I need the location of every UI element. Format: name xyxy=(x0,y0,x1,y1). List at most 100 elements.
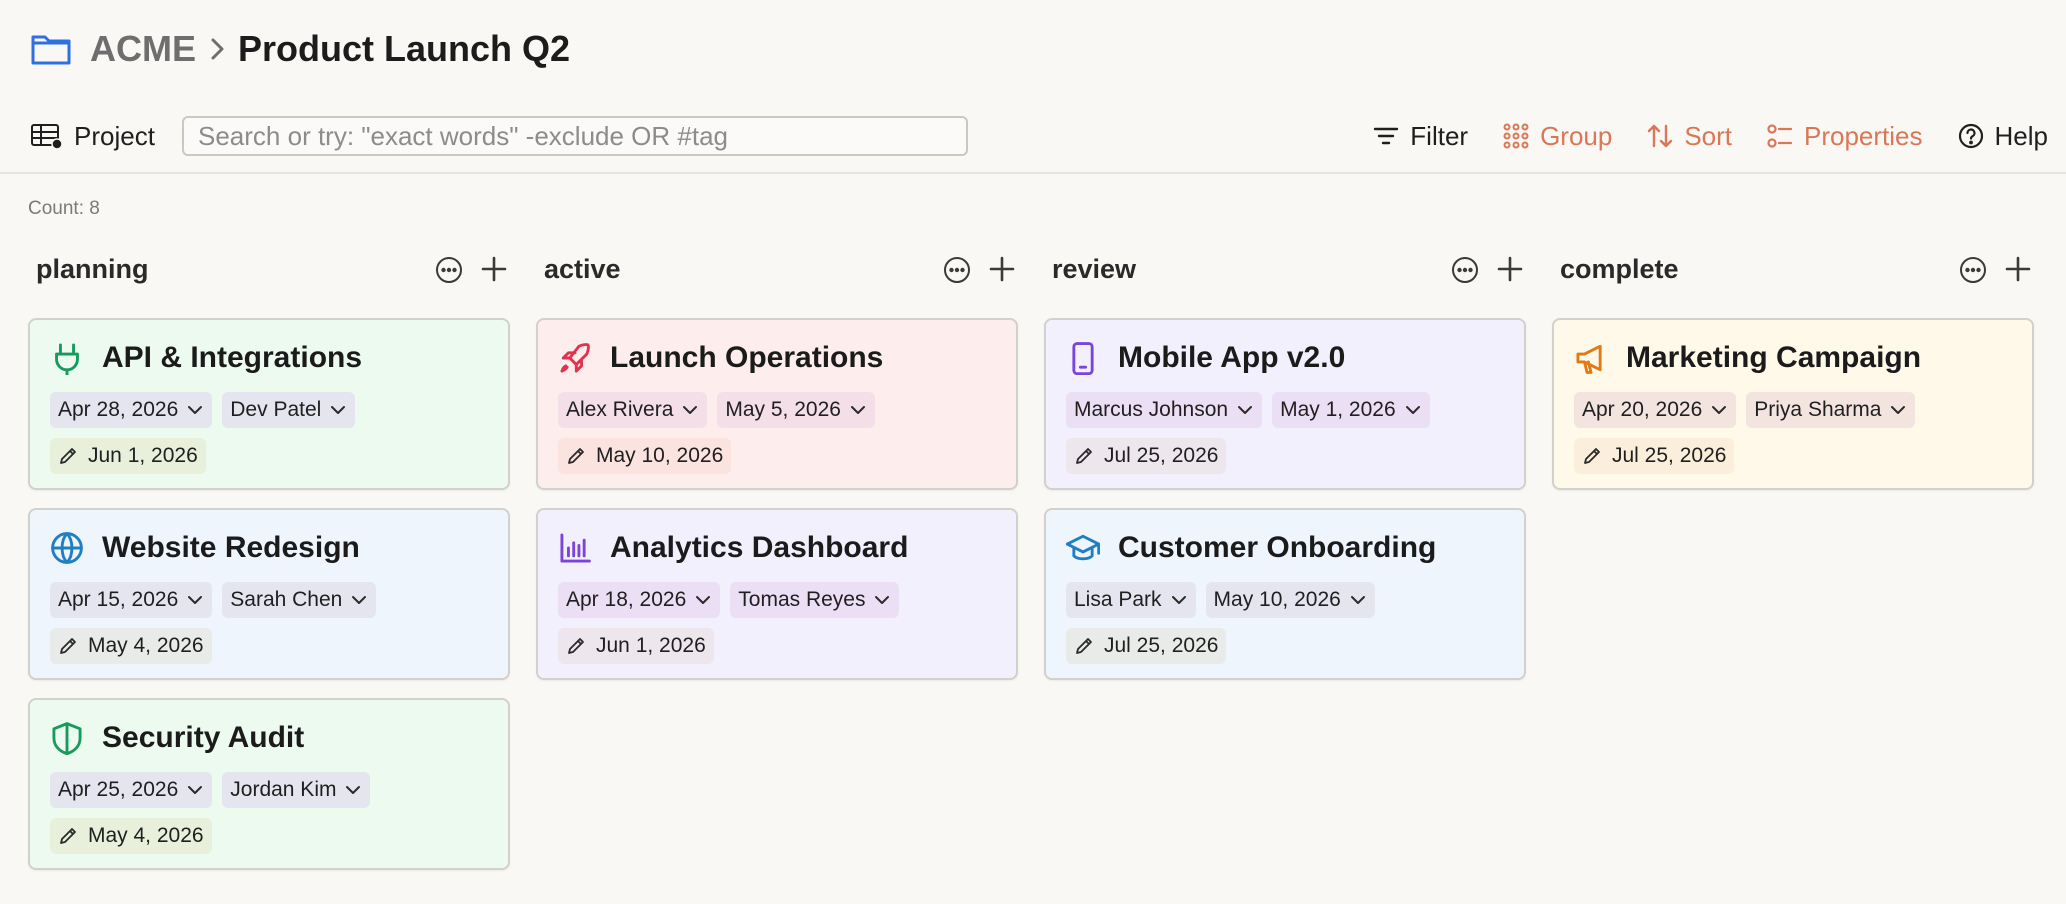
card-properties: Alex Rivera May 5, 2026 xyxy=(558,392,996,428)
property-chip[interactable]: Lisa Park xyxy=(1066,582,1196,618)
chevron-down-icon xyxy=(1238,406,1253,414)
kanban-board: planning API & Integrations Apr 28, 2026 De… xyxy=(28,248,2060,888)
add-card-icon[interactable] xyxy=(2002,253,2034,285)
updated-date: Jul 25, 2026 xyxy=(1574,438,1735,474)
property-chip[interactable]: Alex Rivera xyxy=(558,392,708,428)
group-button[interactable]: Group xyxy=(1502,121,1612,152)
chip-label: Apr 15, 2026 xyxy=(58,588,179,611)
pencil-icon xyxy=(568,448,584,464)
property-chip[interactable]: Sarah Chen xyxy=(222,582,377,618)
chevron-down-icon xyxy=(331,406,346,414)
help-circle-icon xyxy=(1958,123,1983,149)
add-card-icon[interactable] xyxy=(478,253,510,285)
chip-label: Lisa Park xyxy=(1074,588,1162,611)
property-chip[interactable]: Marcus Johnson xyxy=(1066,392,1263,428)
filter-icon xyxy=(1374,127,1399,145)
chip-label: May 5, 2026 xyxy=(725,398,841,421)
updated-date: Jun 1, 2026 xyxy=(50,438,206,474)
more-options-icon[interactable] xyxy=(1450,255,1480,285)
property-chip[interactable]: Apr 25, 2026 xyxy=(50,772,213,808)
project-card[interactable]: Analytics Dashboard Apr 18, 2026 Tomas Rey… xyxy=(536,508,1018,680)
chip-label: Marcus Johnson xyxy=(1074,398,1229,421)
column-planning: planning API & Integrations Apr 28, 2026 De… xyxy=(28,248,510,888)
view-switch-button[interactable]: Project xyxy=(30,114,155,158)
card-properties: Lisa Park May 10, 2026 xyxy=(1066,582,1504,618)
card-title: Security Audit xyxy=(102,721,305,754)
card-title: Mobile App v2.0 xyxy=(1118,341,1346,374)
updated-date: Jun 1, 2026 xyxy=(558,628,714,664)
updated-date: Jul 25, 2026 xyxy=(1066,628,1227,664)
card-title: Analytics Dashboard xyxy=(610,531,909,564)
card-properties: Apr 15, 2026 Sarah Chen xyxy=(50,582,488,618)
pencil-icon xyxy=(60,638,76,654)
property-chip[interactable]: Tomas Reyes xyxy=(730,582,900,618)
project-card[interactable]: Website Redesign Apr 15, 2026 Sarah Chen Ma… xyxy=(28,508,510,680)
properties-label: Properties xyxy=(1804,120,1923,151)
column-title: complete xyxy=(1560,253,1679,284)
table-view-icon xyxy=(31,124,63,150)
view-label: Project xyxy=(74,120,155,151)
updated-date-label: May 4, 2026 xyxy=(88,824,204,847)
project-card[interactable]: Marketing Campaign Apr 20, 2026 Priya Shar… xyxy=(1552,318,2034,490)
updated-date: May 10, 2026 xyxy=(558,438,732,474)
search-input[interactable] xyxy=(182,116,968,156)
toolbar-divider xyxy=(0,172,2066,174)
count-label: Count: 8 xyxy=(28,198,100,219)
chip-label: Apr 25, 2026 xyxy=(58,778,179,801)
chevron-down-icon xyxy=(188,406,203,414)
chevron-down-icon xyxy=(1712,406,1727,414)
help-label: Help xyxy=(1994,120,2048,151)
project-card[interactable]: Launch Operations Alex Rivera May 5, 2026 M… xyxy=(536,318,1018,490)
property-chip[interactable]: Jordan Kim xyxy=(222,772,371,808)
sort-label: Sort xyxy=(1684,120,1733,151)
property-chip[interactable]: Apr 28, 2026 xyxy=(50,392,213,428)
property-chip[interactable]: May 1, 2026 xyxy=(1272,392,1430,428)
property-chip[interactable]: Dev Patel xyxy=(222,392,356,428)
column-header: review xyxy=(1044,248,1526,290)
column-header: complete xyxy=(1552,248,2034,290)
property-chip[interactable]: Apr 18, 2026 xyxy=(558,582,721,618)
chip-label: May 10, 2026 xyxy=(1213,588,1341,611)
more-options-icon[interactable] xyxy=(942,255,972,285)
card-header: API & Integrations xyxy=(50,338,488,378)
card-header: Launch Operations xyxy=(558,338,996,378)
updated-date: May 4, 2026 xyxy=(50,628,212,664)
property-chip[interactable]: May 10, 2026 xyxy=(1205,582,1375,618)
card-properties: Apr 25, 2026 Jordan Kim xyxy=(50,772,488,808)
plug-icon xyxy=(55,343,79,375)
project-card[interactable]: Customer Onboarding Lisa Park May 10, 2026… xyxy=(1044,508,1526,680)
project-card[interactable]: API & Integrations Apr 28, 2026 Dev Patel J… xyxy=(28,318,510,490)
card-properties: Apr 28, 2026 Dev Patel xyxy=(50,392,488,428)
project-card[interactable]: Security Audit Apr 25, 2026 Jordan Kim May … xyxy=(28,698,510,870)
grid-dots-icon xyxy=(1503,123,1529,149)
add-card-icon[interactable] xyxy=(1494,253,1526,285)
breadcrumb-root[interactable]: ACME xyxy=(90,28,196,70)
property-chip[interactable]: Apr 20, 2026 xyxy=(1574,392,1737,428)
card-title: Launch Operations xyxy=(610,341,884,374)
column-header: planning xyxy=(28,248,510,290)
updated-date: Jul 25, 2026 xyxy=(1066,438,1227,474)
filter-button[interactable]: Filter xyxy=(1372,121,1468,152)
pencil-icon xyxy=(568,638,584,654)
add-card-icon[interactable] xyxy=(986,253,1018,285)
shield-icon xyxy=(52,722,82,755)
updated-date-label: Jul 25, 2026 xyxy=(1612,444,1727,467)
more-options-icon[interactable] xyxy=(1958,255,1988,285)
chevron-down-icon xyxy=(1171,596,1186,604)
property-chip[interactable]: Apr 15, 2026 xyxy=(50,582,213,618)
sort-button[interactable]: Sort xyxy=(1646,121,1732,152)
property-chip[interactable]: Priya Sharma xyxy=(1746,392,1916,428)
properties-button[interactable]: Properties xyxy=(1766,121,1923,152)
chevron-down-icon xyxy=(850,406,865,414)
chevron-down-icon xyxy=(696,596,711,604)
card-header: Security Audit xyxy=(50,718,488,758)
help-button[interactable]: Help xyxy=(1957,121,2048,152)
updated-date-label: May 10, 2026 xyxy=(596,444,724,467)
more-options-icon[interactable] xyxy=(434,255,464,285)
graduation-cap-icon xyxy=(1066,534,1100,561)
project-card[interactable]: Mobile App v2.0 Marcus Johnson May 1, 2026… xyxy=(1044,318,1526,490)
chip-label: Apr 20, 2026 xyxy=(1582,398,1703,421)
folder-icon[interactable] xyxy=(30,31,72,67)
property-chip[interactable]: May 5, 2026 xyxy=(717,392,875,428)
card-title: API & Integrations xyxy=(102,341,363,374)
